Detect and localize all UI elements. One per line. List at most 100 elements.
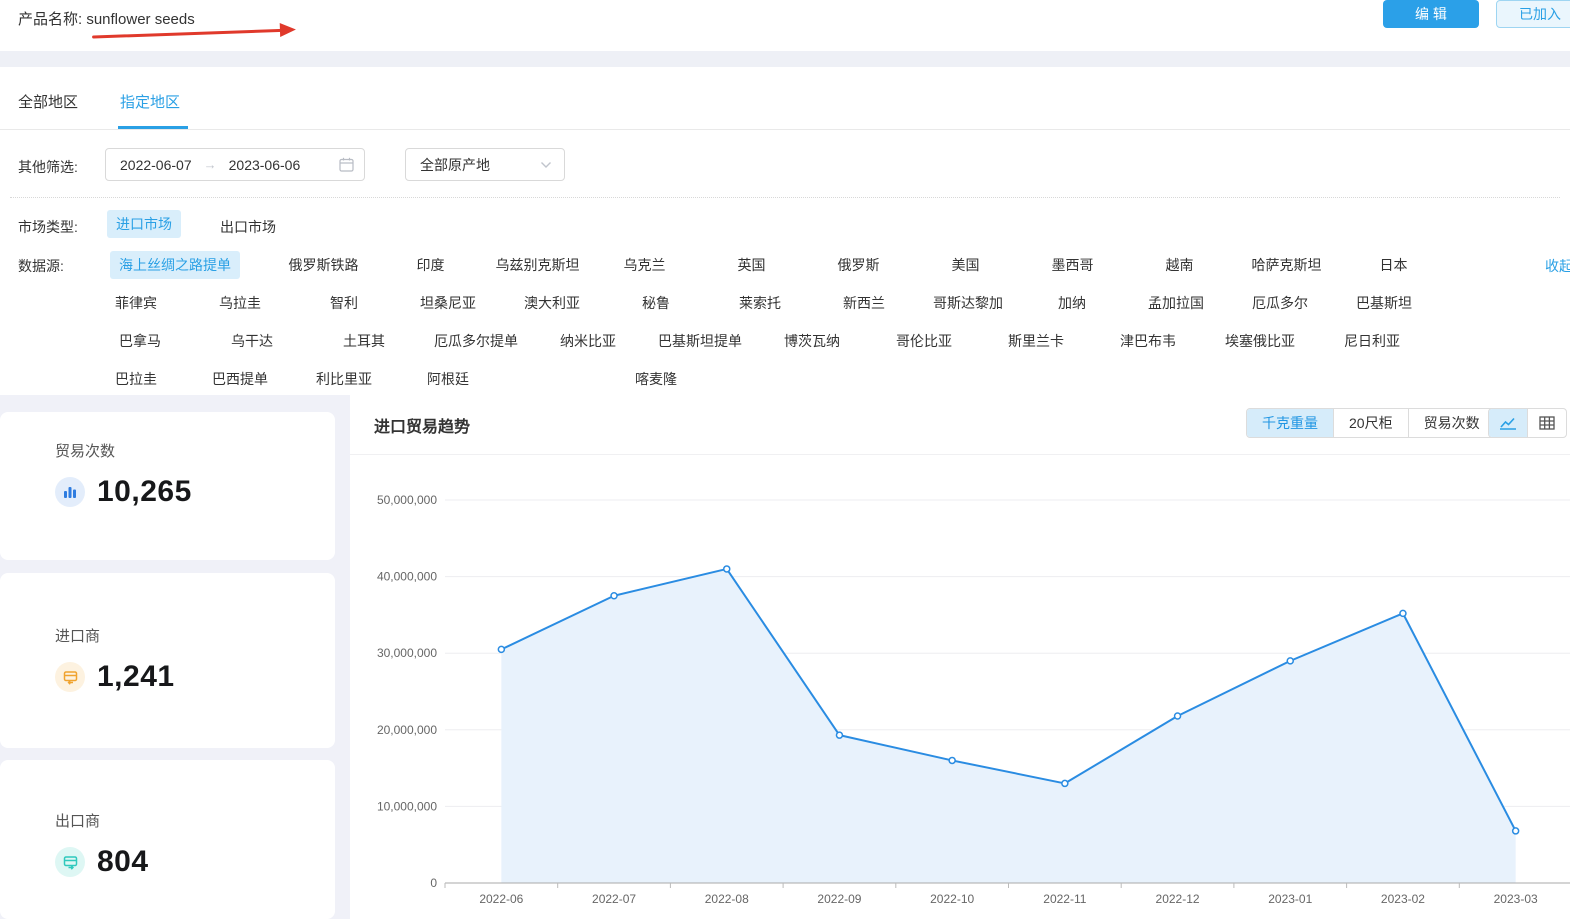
origin-select[interactable]: 全部原产地 xyxy=(405,148,565,181)
svg-text:50,000,000: 50,000,000 xyxy=(377,493,437,507)
line-chart-icon[interactable] xyxy=(1489,409,1527,437)
metric-value: 804 xyxy=(97,845,149,879)
datasource-item[interactable]: 新西兰 xyxy=(812,293,916,313)
datasource-item[interactable]: 俄罗斯 xyxy=(805,255,912,275)
datasource-item[interactable]: 莱索托 xyxy=(708,293,812,313)
datasource-rows: 海上丝绸之路提单 俄罗斯铁路印度乌兹别克斯坦乌克兰英国俄罗斯美国墨西哥越南哈萨克斯… xyxy=(84,246,1570,398)
collapse-link[interactable]: 收起 xyxy=(1545,256,1570,276)
svg-text:2022-06: 2022-06 xyxy=(479,892,523,906)
datasource-item[interactable]: 乌拉圭 xyxy=(188,293,292,313)
chevron-down-icon xyxy=(540,161,552,169)
trend-chart-panel: 进口贸易趋势 千克重量20尺柜贸易次数 0 10,000,000 20,000,00… xyxy=(350,395,1570,919)
datasource-item[interactable]: 巴拿马 xyxy=(84,331,196,351)
svg-text:30,000,000: 30,000,000 xyxy=(377,646,437,660)
svg-text:2022-09: 2022-09 xyxy=(817,892,861,906)
datasource-item[interactable]: 越南 xyxy=(1126,255,1233,275)
datasource-item[interactable]: 秘鲁 xyxy=(604,293,708,313)
datasource-item[interactable]: 津巴布韦 xyxy=(1092,331,1204,351)
date-start-value[interactable]: 2022-06-07 xyxy=(120,157,192,173)
datasource-item[interactable]: 哥斯达黎加 xyxy=(916,293,1020,313)
datasource-item[interactable]: 喀麦隆 xyxy=(604,369,708,389)
svg-text:2022-11: 2022-11 xyxy=(1043,892,1086,906)
datasource-item[interactable]: 博茨瓦纳 xyxy=(756,331,868,351)
datasource-item[interactable]: 美国 xyxy=(912,255,1019,275)
metric-label: 进口商 xyxy=(55,625,335,646)
svg-text:20,000,000: 20,000,000 xyxy=(377,723,437,737)
datasource-item[interactable]: 土耳其 xyxy=(308,331,420,351)
svg-text:2023-02: 2023-02 xyxy=(1381,892,1425,906)
added-button[interactable]: 已加入 xyxy=(1496,0,1570,28)
tab-all-regions[interactable]: 全部地区 xyxy=(18,91,78,112)
datasource-item[interactable]: 巴基斯坦提单 xyxy=(644,331,756,351)
datasource-item[interactable]: 坦桑尼亚 xyxy=(396,293,500,313)
svg-text:2022-07: 2022-07 xyxy=(592,892,636,906)
metric-card-importers: 进口商 1,241 xyxy=(0,573,335,748)
header-divider-band xyxy=(0,51,1570,67)
svg-text:2023-01: 2023-01 xyxy=(1268,892,1312,906)
datasource-item[interactable]: 巴基斯坦 xyxy=(1332,293,1436,313)
market-option-export[interactable]: 出口市场 xyxy=(220,217,276,237)
other-filters-label: 其他筛选: xyxy=(18,157,78,177)
trend-line-chart[interactable]: 0 10,000,000 20,000,000 30,000,000 40,000,00… xyxy=(350,455,1570,919)
date-range-picker[interactable]: 2022-06-07 → 2023-06-06 xyxy=(105,148,365,181)
metric-card-trades: 贸易次数 10,265 xyxy=(0,412,335,560)
datasource-item[interactable]: 纳米比亚 xyxy=(532,331,644,351)
unit-toggle-group: 千克重量20尺柜贸易次数 xyxy=(1246,408,1496,438)
svg-text:10,000,000: 10,000,000 xyxy=(377,799,437,813)
red-arrow-head xyxy=(280,22,296,37)
datasource-item[interactable]: 日本 xyxy=(1340,255,1447,275)
red-arrow-shaft xyxy=(92,29,284,39)
svg-text:40,000,000: 40,000,000 xyxy=(377,570,437,584)
date-end-value[interactable]: 2023-06-06 xyxy=(229,157,301,173)
exporter-icon xyxy=(55,847,85,877)
metric-label: 贸易次数 xyxy=(55,440,335,461)
datasource-item[interactable]: 斯里兰卡 xyxy=(980,331,1092,351)
unit-toggle-button[interactable]: 千克重量 xyxy=(1247,409,1333,437)
datasource-item[interactable]: 菲律宾 xyxy=(84,293,188,313)
svg-text:2022-10: 2022-10 xyxy=(930,892,974,906)
datasource-item[interactable]: 英国 xyxy=(698,255,805,275)
datasource-item[interactable]: 孟加拉国 xyxy=(1124,293,1228,313)
calendar-icon xyxy=(339,157,354,172)
market-option-import[interactable]: 进口市场 xyxy=(107,210,181,238)
table-icon[interactable] xyxy=(1527,409,1566,437)
svg-text:0: 0 xyxy=(430,876,437,890)
datasource-item[interactable]: 俄罗斯铁路 xyxy=(270,255,377,275)
datasource-item[interactable]: 厄瓜多尔 xyxy=(1228,293,1332,313)
unit-toggle-button[interactable]: 20尺柜 xyxy=(1333,409,1408,437)
metric-card-exporters: 出口商 804 xyxy=(0,760,335,919)
bar-chart-icon xyxy=(55,477,85,507)
datasource-item[interactable]: 哈萨克斯坦 xyxy=(1233,255,1340,275)
datasource-item[interactable]: 巴西提单 xyxy=(188,369,292,389)
datasource-item[interactable]: 乌干达 xyxy=(196,331,308,351)
datasource-item[interactable]: 尼日利亚 xyxy=(1316,331,1428,351)
datasource-item[interactable]: 埃塞俄比亚 xyxy=(1204,331,1316,351)
unit-toggle-button[interactable]: 贸易次数 xyxy=(1408,409,1495,437)
view-toggle-group xyxy=(1488,408,1567,438)
datasource-item[interactable]: 墨西哥 xyxy=(1019,255,1126,275)
datasource-item[interactable]: 智利 xyxy=(292,293,396,313)
datasource-item[interactable]: 厄瓜多尔提单 xyxy=(420,331,532,351)
datasource-item[interactable]: 海上丝绸之路提单 xyxy=(110,251,240,279)
datasource-item[interactable]: 阿根廷 xyxy=(396,369,500,389)
tab-specified-regions[interactable]: 指定地区 xyxy=(120,91,180,112)
chart-title: 进口贸易趋势 xyxy=(374,413,470,437)
datasource-item[interactable]: 巴拉圭 xyxy=(84,369,188,389)
datasource-item[interactable]: 哥伦比亚 xyxy=(868,331,980,351)
datasource-item[interactable]: 利比里亚 xyxy=(292,369,396,389)
metric-value: 10,265 xyxy=(97,475,192,509)
date-range-arrow-icon: → xyxy=(204,157,217,172)
svg-text:2022-08: 2022-08 xyxy=(705,892,749,906)
datasource-item[interactable]: 印度 xyxy=(377,255,484,275)
importer-icon xyxy=(55,662,85,692)
datasource-item[interactable]: 乌兹别克斯坦 xyxy=(484,255,591,275)
origin-select-value: 全部原产地 xyxy=(420,155,490,175)
datasource-label: 数据源: xyxy=(18,256,64,276)
svg-text:2023-03: 2023-03 xyxy=(1494,892,1538,906)
datasource-item[interactable]: 加纳 xyxy=(1020,293,1124,313)
metric-value: 1,241 xyxy=(97,660,175,694)
datasource-item[interactable]: 乌克兰 xyxy=(591,255,698,275)
edit-button[interactable]: 编 辑 xyxy=(1383,0,1479,28)
page-title: 产品名称: sunflower seeds xyxy=(18,8,195,29)
datasource-item[interactable]: 澳大利亚 xyxy=(500,293,604,313)
